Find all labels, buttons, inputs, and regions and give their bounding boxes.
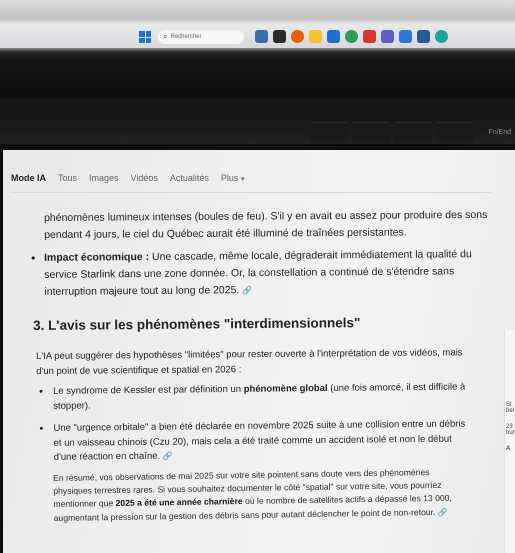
search-result-photo: Mode IA Tous Images Vidéos Actualités Pl…	[3, 150, 515, 553]
search-tabs: Mode IA Tous Images Vidéos Actualités Pl…	[11, 173, 256, 183]
store-icon[interactable]	[327, 30, 340, 43]
link-icon[interactable]: 🔗	[438, 507, 448, 516]
tab-plus[interactable]: Plus ▾	[221, 173, 245, 183]
tab-plus-label: Plus	[220, 173, 239, 183]
taskbar-pinned-apps	[255, 30, 448, 43]
search-icon: ⌕	[163, 32, 168, 41]
right-panel-date-text: 23 bur	[506, 424, 515, 436]
bullet-dot: •	[39, 385, 43, 398]
bullet-economic-impact: • Impact économique : Une cascade, même …	[31, 246, 491, 301]
list-item-orbital-urgency: • Une "urgence orbitale" a bien été décl…	[37, 417, 467, 465]
terminal-icon[interactable]	[273, 30, 286, 43]
bullet-economic-text: Impact économique : Une cascade, même lo…	[44, 246, 491, 301]
bullet-dot: •	[31, 250, 36, 265]
kessler-text-bold: phénomène global	[243, 382, 328, 395]
tab-actualites[interactable]: Actualités	[170, 173, 209, 183]
files-icon[interactable]	[309, 30, 322, 43]
laptop-photo: ⌕ Rechercher Fn/End	[0, 0, 515, 144]
bullet-economic-label: Impact économique :	[44, 250, 150, 264]
cloud-icon[interactable]	[399, 30, 412, 43]
app-icon[interactable]	[363, 30, 376, 43]
photos-icon[interactable]	[255, 30, 268, 43]
taskbar-search-box[interactable]: ⌕ Rechercher	[158, 30, 244, 44]
chrome-icon[interactable]	[345, 30, 358, 43]
bullet-dot: •	[39, 422, 44, 435]
tab-mode-ia[interactable]: Mode IA	[11, 173, 46, 183]
taskbar-search-placeholder: Rechercher	[170, 34, 202, 40]
teams-icon[interactable]	[381, 30, 394, 43]
kessler-text-a: Le syndrome de Kessler est par définitio…	[53, 383, 244, 397]
answer-paragraph-fireballs: phénomènes lumineux intenses (boules de …	[44, 208, 488, 241]
firefox-icon[interactable]	[291, 30, 304, 43]
link-icon[interactable]: 🔗	[242, 286, 252, 295]
section-heading-interdimensional: 3. L'avis sur les phénomènes "interdimen…	[33, 315, 361, 333]
right-side-panel: St bel 23 bur A	[504, 330, 515, 553]
edge-icon[interactable]	[435, 30, 448, 43]
fn-end-key-label: Fn/End	[488, 129, 511, 136]
right-panel-mark: A	[506, 446, 511, 452]
screen-glare	[0, 0, 515, 20]
windows-start-icon[interactable]	[139, 31, 151, 43]
tab-tous[interactable]: Tous	[58, 173, 77, 183]
intro-paragraph: L'IA peut suggérer des hypothèses "limit…	[36, 347, 463, 377]
link-icon[interactable]: 🔗	[163, 452, 173, 461]
keyboard-keys	[310, 122, 474, 143]
chevron-down-icon: ▾	[240, 176, 245, 183]
orbital-urgency-text: Une "urgence orbitale" a bien été déclar…	[53, 418, 466, 463]
word-icon[interactable]	[417, 30, 430, 43]
tab-images[interactable]: Images	[89, 173, 119, 183]
kessler-list: • Le syndrome de Kessler est par définit…	[37, 380, 468, 473]
tabs-divider	[11, 192, 491, 193]
summary-paragraph: En résumé, vos observations de mai 2025 …	[53, 466, 454, 525]
tab-videos[interactable]: Vidéos	[131, 173, 158, 183]
search-result-page: Mode IA Tous Images Vidéos Actualités Pl…	[3, 150, 508, 553]
list-item-kessler: • Le syndrome de Kessler est par définit…	[37, 380, 467, 414]
right-panel-top-text: St bel	[506, 402, 515, 414]
summary-text-bold: 2025 a été une année charnière	[115, 496, 243, 509]
